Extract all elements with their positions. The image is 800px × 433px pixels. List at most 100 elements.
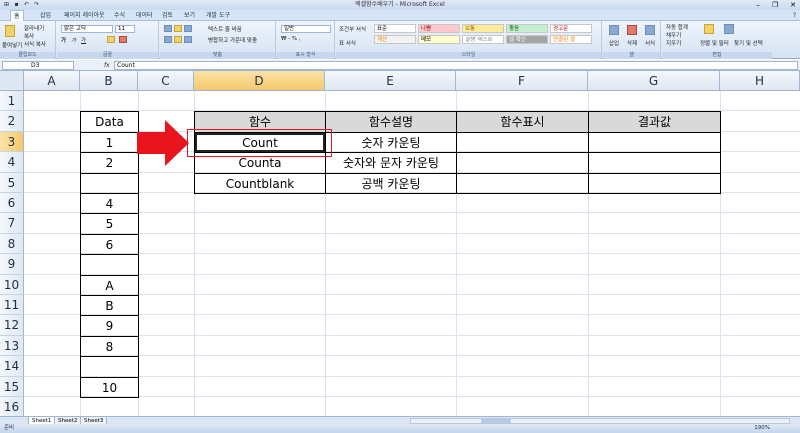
column-header-b[interactable]: B xyxy=(80,71,138,91)
merge-center-button[interactable]: 병합하고 가운데 맞춤 xyxy=(208,36,257,44)
data-cell[interactable]: 10 xyxy=(80,376,139,398)
column-header-h[interactable]: H xyxy=(720,71,800,91)
data-cell[interactable]: B xyxy=(80,295,139,317)
func-table-header[interactable]: 결과값 xyxy=(588,111,721,133)
func-table-cell[interactable]: Countblank xyxy=(194,172,326,194)
data-cell[interactable] xyxy=(80,172,139,194)
number-format-select[interactable]: 일반 xyxy=(281,25,331,33)
row-header-8[interactable]: 8 xyxy=(0,233,24,255)
func-table-cell[interactable] xyxy=(588,152,721,174)
copy-button[interactable]: 복사 xyxy=(24,32,34,40)
style-good[interactable]: 좋음 xyxy=(506,24,548,33)
row-header-13[interactable]: 13 xyxy=(0,335,24,357)
tab-developer[interactable]: 개발 도구 xyxy=(206,10,230,21)
bold-icon[interactable]: 가 xyxy=(61,36,66,44)
func-table-cell[interactable]: 공백 카운팅 xyxy=(325,172,457,194)
select-all-corner[interactable] xyxy=(0,71,24,91)
func-table-cell[interactable] xyxy=(588,172,721,194)
row-header-11[interactable]: 11 xyxy=(0,295,24,316)
insert-button[interactable]: 삽입 xyxy=(609,39,619,47)
cut-button[interactable]: 잘라내기 xyxy=(24,24,44,32)
align-bottom-icon[interactable] xyxy=(184,25,192,32)
row-header-14[interactable]: 14 xyxy=(0,356,24,377)
currency-icon[interactable]: ₩ - % , xyxy=(281,36,301,42)
find-select-button[interactable]: 찾기 및 선택 xyxy=(734,39,763,47)
underline-icon[interactable]: 가 xyxy=(81,36,86,44)
row-header-9[interactable]: 9 xyxy=(0,254,24,275)
data-cell[interactable]: 9 xyxy=(80,315,139,337)
tab-page-layout[interactable]: 페이지 레이아웃 xyxy=(64,10,105,21)
style-explanatory[interactable]: 설명 텍스트 xyxy=(462,35,504,44)
tab-view[interactable]: 보기 xyxy=(184,10,195,21)
paste-icon[interactable] xyxy=(5,25,15,37)
insert-cells-icon[interactable] xyxy=(609,25,619,35)
clear-button[interactable]: 지우기 xyxy=(666,39,681,47)
func-table-header[interactable]: 함수설명 xyxy=(325,111,457,133)
name-box[interactable]: D3 xyxy=(2,61,74,70)
align-center-icon[interactable] xyxy=(174,36,182,43)
column-header-d[interactable]: D xyxy=(194,71,325,91)
font-name-select[interactable]: 맑은 고딕 xyxy=(61,25,113,33)
func-table-cell[interactable] xyxy=(456,131,589,154)
row-header-12[interactable]: 12 xyxy=(0,315,24,336)
column-header-a[interactable]: A xyxy=(24,71,80,91)
paste-button[interactable]: 붙여넣기 xyxy=(2,41,22,49)
func-table-cell[interactable]: 숫자 카운팅 xyxy=(325,131,457,154)
row-header-3[interactable]: 3 xyxy=(0,131,24,153)
style-calculation[interactable]: 계산 xyxy=(374,35,416,44)
data-cell[interactable] xyxy=(80,254,139,276)
conditional-format-button[interactable]: 조건부 서식 xyxy=(339,25,366,33)
row-header-2[interactable]: 2 xyxy=(0,111,24,132)
row-header-10[interactable]: 10 xyxy=(0,274,24,295)
func-table-cell[interactable] xyxy=(588,131,721,154)
autosum-button[interactable]: 자동 합계 xyxy=(666,23,688,31)
align-middle-icon[interactable] xyxy=(174,25,182,32)
tab-data[interactable]: 데이터 xyxy=(136,10,153,21)
func-table-header[interactable]: 함수표시 xyxy=(456,111,589,133)
row-header-15[interactable]: 15 xyxy=(0,376,24,397)
italic-icon[interactable]: 가 xyxy=(71,36,76,44)
func-table-cell[interactable] xyxy=(456,152,589,174)
find-select-icon[interactable] xyxy=(724,24,734,34)
style-neutral[interactable]: 보통 xyxy=(462,24,504,33)
row-header-5[interactable]: 5 xyxy=(0,172,24,193)
table-format-button[interactable]: 표 서식 xyxy=(339,39,356,47)
sort-filter-icon[interactable] xyxy=(704,24,714,34)
wrap-text-button[interactable]: 텍스트 줄 바꿈 xyxy=(208,25,242,33)
delete-cells-icon[interactable] xyxy=(627,25,637,35)
close-button[interactable]: ✕ xyxy=(790,0,796,10)
tab-insert[interactable]: 삽입 xyxy=(40,10,51,21)
format-cells-icon[interactable] xyxy=(645,25,655,35)
format-button[interactable]: 서식 xyxy=(645,39,655,47)
row-header-7[interactable]: 7 xyxy=(0,213,24,234)
data-cell[interactable]: A xyxy=(80,274,139,296)
style-linked-cell[interactable]: 연결된 셀 xyxy=(550,35,592,44)
data-cell[interactable]: 4 xyxy=(80,193,139,215)
sort-filter-button[interactable]: 정렬 및 필터 xyxy=(700,39,729,47)
column-header-e[interactable]: E xyxy=(325,71,456,91)
format-painter-button[interactable]: 서식 복사 xyxy=(24,40,46,48)
row-header-4[interactable]: 4 xyxy=(0,152,24,173)
data-cell[interactable]: 6 xyxy=(80,233,139,256)
align-right-icon[interactable] xyxy=(184,36,192,43)
font-size-select[interactable]: 11 xyxy=(115,25,135,33)
formula-input[interactable]: Count xyxy=(114,61,798,70)
column-header-c[interactable]: C xyxy=(138,71,194,91)
row-header-1[interactable]: 1 xyxy=(0,91,24,112)
help-icon[interactable]: ? xyxy=(793,10,796,21)
fill-button[interactable]: 채우기 xyxy=(666,31,681,39)
data-cell[interactable]: 5 xyxy=(80,213,139,235)
style-normal[interactable]: 표준 xyxy=(374,24,416,33)
column-header-g[interactable]: G xyxy=(588,71,720,91)
minimize-button[interactable]: – xyxy=(756,0,760,10)
fill-color-icon[interactable] xyxy=(107,36,115,43)
style-check-cell[interactable]: 셀 확인 xyxy=(506,35,548,44)
align-top-icon[interactable] xyxy=(164,25,172,32)
tab-formulas[interactable]: 수식 xyxy=(114,10,125,21)
style-note[interactable]: 메모 xyxy=(418,35,460,44)
data-cell[interactable]: 8 xyxy=(80,335,139,358)
func-table-cell[interactable] xyxy=(456,172,589,194)
zoom-level[interactable]: 190% xyxy=(754,424,770,433)
row-header-16[interactable]: 16 xyxy=(0,397,24,416)
data-cell[interactable]: 1 xyxy=(80,131,139,154)
